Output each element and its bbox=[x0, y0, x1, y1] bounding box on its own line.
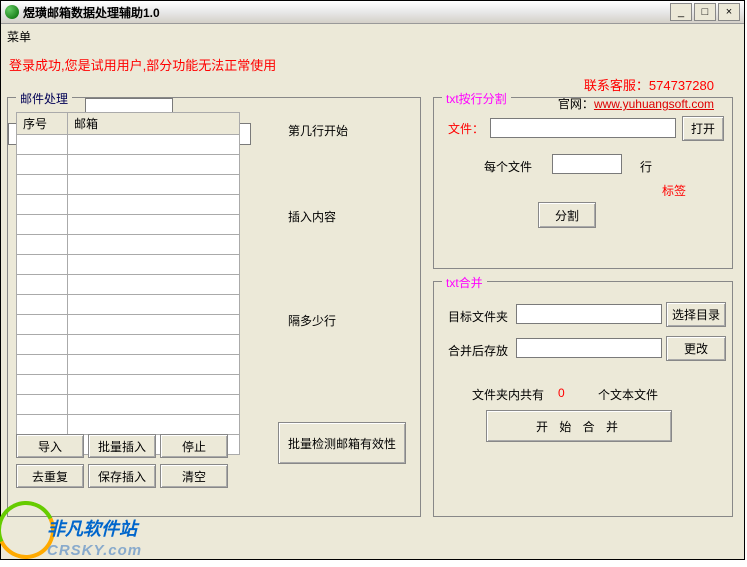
insert-content-label: 插入内容 bbox=[288, 208, 336, 225]
merge-legend: txt合并 bbox=[442, 274, 487, 291]
split-legend: txt按行分割 bbox=[442, 90, 511, 107]
watermark-text-en: CRSKY.com bbox=[47, 542, 142, 559]
login-status-alert: 登录成功,您是试用用户,部分功能无法正常使用 bbox=[9, 55, 736, 74]
per-file-label: 每个文件 bbox=[484, 158, 532, 175]
rows-unit-label: 行 bbox=[640, 158, 652, 175]
clear-button[interactable]: 清空 bbox=[160, 464, 228, 488]
maximize-button[interactable]: □ bbox=[694, 3, 716, 21]
per-file-input[interactable] bbox=[552, 154, 622, 174]
batch-insert-button[interactable]: 批量插入 bbox=[88, 434, 156, 458]
batch-check-button[interactable]: 批量检测邮箱有效性 bbox=[278, 422, 406, 464]
import-button[interactable]: 导入 bbox=[16, 434, 84, 458]
count-suffix-label: 个文本文件 bbox=[598, 386, 658, 403]
change-button[interactable]: 更改 bbox=[666, 336, 726, 361]
stop-button[interactable]: 停止 bbox=[160, 434, 228, 458]
file-input[interactable] bbox=[490, 118, 676, 138]
count-number: 0 bbox=[558, 386, 565, 400]
select-dir-button[interactable]: 选择目录 bbox=[666, 302, 726, 327]
txt-split-group: txt按行分割 文件： 打开 每个文件 行 标签 分割 bbox=[433, 97, 733, 269]
contact-qq-number: 574737280 bbox=[649, 78, 714, 93]
dedup-button[interactable]: 去重复 bbox=[16, 464, 84, 488]
start-row-label: 第几行开始 bbox=[288, 122, 348, 139]
save-to-label: 合并后存放 bbox=[448, 342, 508, 359]
txt-merge-group: txt合并 目标文件夹 选择目录 合并后存放 更改 文件夹内共有 0 个文本文件… bbox=[433, 281, 733, 517]
file-label: 文件： bbox=[448, 120, 484, 137]
watermark-text-cn: 非凡软件站 bbox=[47, 515, 137, 541]
mail-processing-group: 邮件处理 序号 邮箱 第几行开始 插入内容 隔多少行 导入 批量插入 停止 去重… bbox=[7, 97, 421, 517]
mail-table[interactable]: 序号 邮箱 bbox=[16, 112, 240, 455]
target-folder-input[interactable] bbox=[516, 304, 662, 324]
mail-legend: 邮件处理 bbox=[16, 90, 72, 107]
window-title: 煜璜邮箱数据处理辅助1.0 bbox=[23, 4, 670, 21]
target-folder-label: 目标文件夹 bbox=[448, 308, 508, 325]
tag-label: 标签 bbox=[662, 182, 686, 199]
menu-item[interactable]: 菜单 bbox=[1, 24, 744, 49]
save-insert-button[interactable]: 保存插入 bbox=[88, 464, 156, 488]
app-window: 煜璜邮箱数据处理辅助1.0 _ □ × 菜单 登录成功,您是试用用户,部分功能无… bbox=[0, 0, 745, 560]
open-file-button[interactable]: 打开 bbox=[682, 116, 724, 141]
split-button[interactable]: 分割 bbox=[538, 202, 596, 228]
count-prefix-label: 文件夹内共有 bbox=[472, 386, 544, 403]
contact-qq-label: 联系客服： bbox=[584, 78, 649, 93]
minimize-button[interactable]: _ bbox=[670, 3, 692, 21]
titlebar[interactable]: 煜璜邮箱数据处理辅助1.0 _ □ × bbox=[1, 1, 744, 24]
close-button[interactable]: × bbox=[718, 3, 740, 21]
col-mail[interactable]: 邮箱 bbox=[68, 113, 240, 135]
row-gap-label: 隔多少行 bbox=[288, 312, 336, 329]
start-merge-button[interactable]: 开 始 合 并 bbox=[486, 410, 672, 442]
col-index[interactable]: 序号 bbox=[17, 113, 68, 135]
app-icon bbox=[5, 5, 19, 19]
save-to-input[interactable] bbox=[516, 338, 662, 358]
